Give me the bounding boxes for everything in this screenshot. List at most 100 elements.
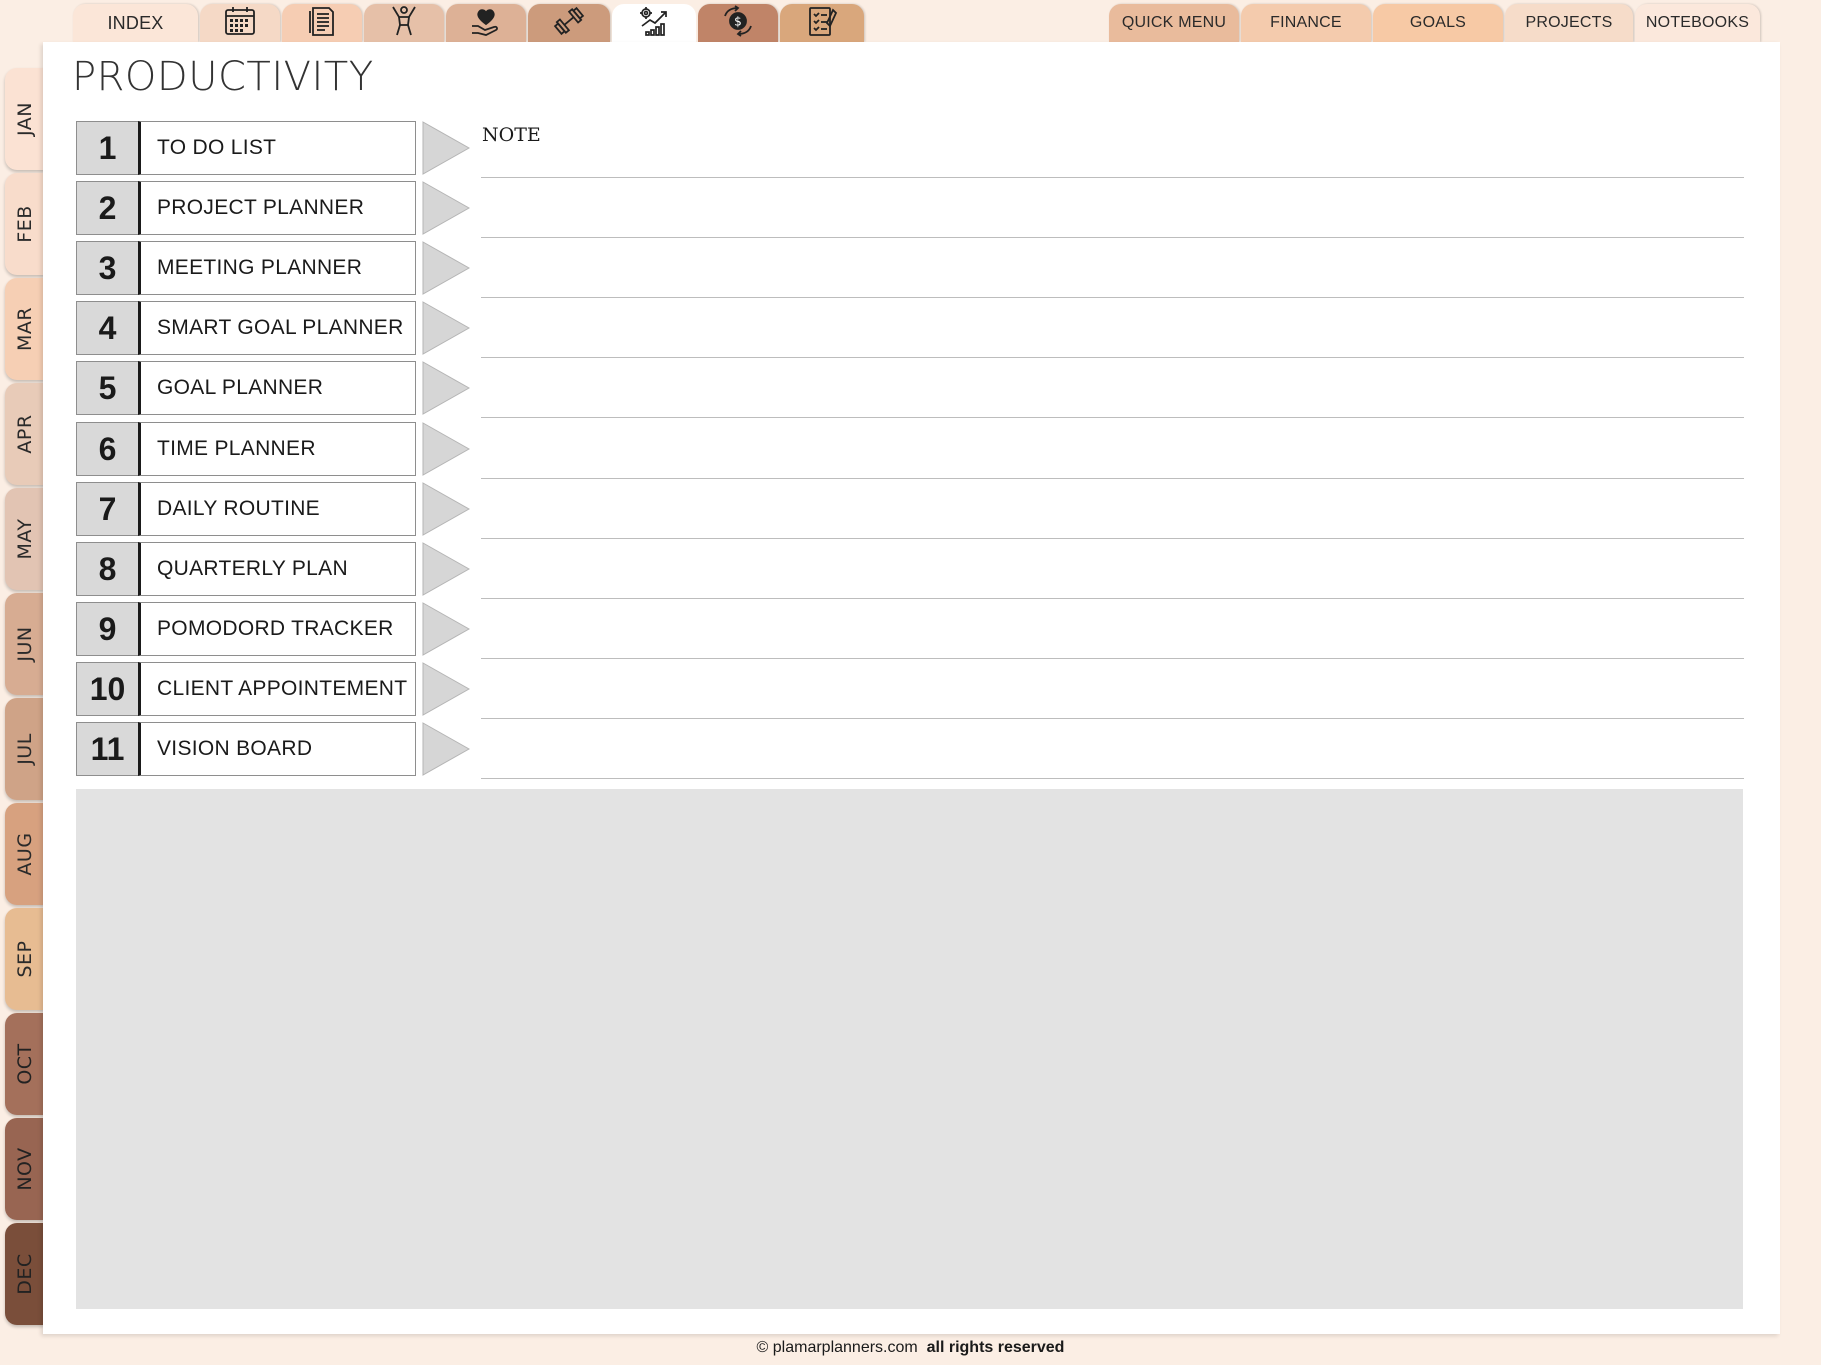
top-tab-document[interactable] bbox=[282, 4, 362, 42]
item-number: 10 bbox=[76, 662, 139, 716]
month-label: NOV bbox=[14, 1147, 36, 1191]
top-tab-projects[interactable]: PROJECTS bbox=[1505, 4, 1633, 42]
note-line[interactable] bbox=[481, 237, 1744, 238]
go-arrow-icon[interactable] bbox=[421, 542, 471, 596]
note-line[interactable] bbox=[481, 658, 1744, 659]
item-link-label[interactable]: POMODORD TRACKER bbox=[138, 602, 416, 656]
item-number: 11 bbox=[76, 722, 139, 776]
month-tab-jul[interactable]: JUL bbox=[5, 698, 45, 800]
go-arrow-icon[interactable] bbox=[421, 422, 471, 476]
go-arrow-icon[interactable] bbox=[421, 181, 471, 235]
go-arrow-icon[interactable] bbox=[421, 361, 471, 415]
list-item[interactable]: 1 TO DO LIST bbox=[76, 121, 1790, 175]
list-item[interactable]: 10 CLIENT APPOINTEMENT bbox=[76, 662, 1790, 716]
month-tab-oct[interactable]: OCT bbox=[5, 1013, 45, 1115]
projects-label: PROJECTS bbox=[1525, 14, 1613, 31]
list-item[interactable]: 7 DAILY ROUTINE bbox=[76, 482, 1790, 536]
item-link-label[interactable]: DAILY ROUTINE bbox=[138, 482, 416, 536]
top-tab-checklist[interactable] bbox=[780, 4, 864, 42]
top-tab-quick-menu[interactable]: QUICK MENU bbox=[1109, 4, 1239, 42]
list-item[interactable]: 3 MEETING PLANNER bbox=[76, 241, 1790, 295]
go-arrow-icon[interactable] bbox=[421, 662, 471, 716]
month-label: JAN bbox=[14, 102, 36, 136]
list-item[interactable]: 4 SMART GOAL PLANNER bbox=[76, 301, 1790, 355]
top-tab-productivity[interactable] bbox=[612, 4, 696, 42]
list-item[interactable]: 9 POMODORD TRACKER bbox=[76, 602, 1790, 656]
month-tab-apr[interactable]: APR bbox=[5, 383, 45, 485]
go-arrow-icon[interactable] bbox=[421, 121, 471, 175]
planner-page: PRODUCTIVITY NOTE 1 TO DO LIST 2 PROJECT PL… bbox=[43, 42, 1780, 1334]
item-number: 7 bbox=[76, 482, 139, 536]
top-tab-goals[interactable]: GOALS bbox=[1373, 4, 1503, 42]
notes-area[interactable] bbox=[76, 789, 1743, 1309]
month-tab-dec[interactable]: DEC bbox=[5, 1223, 45, 1325]
list-item[interactable]: 5 GOAL PLANNER bbox=[76, 361, 1790, 415]
top-tab-index[interactable]: INDEX bbox=[73, 4, 198, 42]
month-tab-mar[interactable]: MAR bbox=[5, 278, 45, 380]
go-arrow-icon[interactable] bbox=[421, 602, 471, 656]
note-line[interactable] bbox=[481, 177, 1744, 178]
item-link-label[interactable]: CLIENT APPOINTEMENT bbox=[138, 662, 416, 716]
note-line[interactable] bbox=[481, 538, 1744, 539]
item-link-label[interactable]: PROJECT PLANNER bbox=[138, 181, 416, 235]
note-line[interactable] bbox=[481, 598, 1744, 599]
go-arrow-icon[interactable] bbox=[421, 301, 471, 355]
item-link-label[interactable]: SMART GOAL PLANNER bbox=[138, 301, 416, 355]
month-tab-feb[interactable]: FEB bbox=[5, 173, 45, 275]
month-label: SEP bbox=[14, 940, 36, 978]
note-line[interactable] bbox=[481, 478, 1744, 479]
item-link-label[interactable]: QUARTERLY PLAN bbox=[138, 542, 416, 596]
month-tab-jun[interactable]: JUN bbox=[5, 593, 45, 695]
top-tab-calendar[interactable] bbox=[200, 4, 280, 42]
footer: © plamarplanners.com all rights reserved bbox=[0, 1339, 1821, 1357]
dumbbell-icon bbox=[552, 4, 586, 43]
item-number: 4 bbox=[76, 301, 139, 355]
top-tab-finance[interactable]: FINANCE bbox=[1241, 4, 1371, 42]
month-tab-sep[interactable]: SEP bbox=[5, 908, 45, 1010]
item-link-label[interactable]: VISION BOARD bbox=[138, 722, 416, 776]
note-line[interactable] bbox=[481, 778, 1744, 779]
item-link-label[interactable]: MEETING PLANNER bbox=[138, 241, 416, 295]
item-link-label[interactable]: GOAL PLANNER bbox=[138, 361, 416, 415]
list-item[interactable]: 11 VISION BOARD bbox=[76, 722, 1790, 776]
top-tab-fitness[interactable] bbox=[364, 4, 444, 42]
go-arrow-icon[interactable] bbox=[421, 241, 471, 295]
go-arrow-icon[interactable] bbox=[421, 722, 471, 776]
footer-site: © plamarplanners.com bbox=[756, 1339, 918, 1356]
list-item[interactable]: 6 TIME PLANNER bbox=[76, 422, 1790, 476]
goals-label: GOALS bbox=[1409, 14, 1467, 31]
month-tab-jan[interactable]: JAN bbox=[5, 68, 45, 170]
item-link-label[interactable]: TIME PLANNER bbox=[138, 422, 416, 476]
heart-hand-icon bbox=[469, 4, 503, 43]
month-label: AUG bbox=[14, 832, 36, 876]
top-tab-health[interactable] bbox=[446, 4, 526, 42]
checklist-icon bbox=[805, 4, 839, 43]
month-label: JUN bbox=[14, 626, 36, 662]
top-tab-finance-icon[interactable]: $ bbox=[698, 4, 778, 42]
note-line[interactable] bbox=[481, 357, 1744, 358]
month-tab-nov[interactable]: NOV bbox=[5, 1118, 45, 1220]
page-title: PRODUCTIVITY bbox=[72, 54, 374, 100]
item-link-label[interactable]: TO DO LIST bbox=[138, 121, 416, 175]
item-number: 5 bbox=[76, 361, 139, 415]
month-tab-may[interactable]: MAY bbox=[5, 488, 45, 590]
list-item[interactable]: 2 PROJECT PLANNER bbox=[76, 181, 1790, 235]
item-number: 8 bbox=[76, 542, 139, 596]
note-line[interactable] bbox=[481, 718, 1744, 719]
finance-label: FINANCE bbox=[1270, 14, 1342, 31]
top-tab-notebooks[interactable]: NOTEBOOKS bbox=[1635, 4, 1760, 42]
month-tab-aug[interactable]: AUG bbox=[5, 803, 45, 905]
go-arrow-icon[interactable] bbox=[421, 482, 471, 536]
month-label: MAY bbox=[14, 518, 36, 560]
list-item[interactable]: 8 QUARTERLY PLAN bbox=[76, 542, 1790, 596]
footer-rights: all rights reserved bbox=[926, 1339, 1065, 1356]
month-label: JUL bbox=[14, 733, 36, 765]
note-line[interactable] bbox=[481, 297, 1744, 298]
quick-menu-label: QUICK MENU bbox=[1121, 14, 1227, 31]
note-line[interactable] bbox=[481, 417, 1744, 418]
item-number: 6 bbox=[76, 422, 139, 476]
fitness-person-icon bbox=[387, 4, 421, 43]
notebooks-label: NOTEBOOKS bbox=[1645, 14, 1750, 31]
top-tab-workout[interactable] bbox=[528, 4, 610, 42]
month-label: DEC bbox=[14, 1253, 36, 1295]
